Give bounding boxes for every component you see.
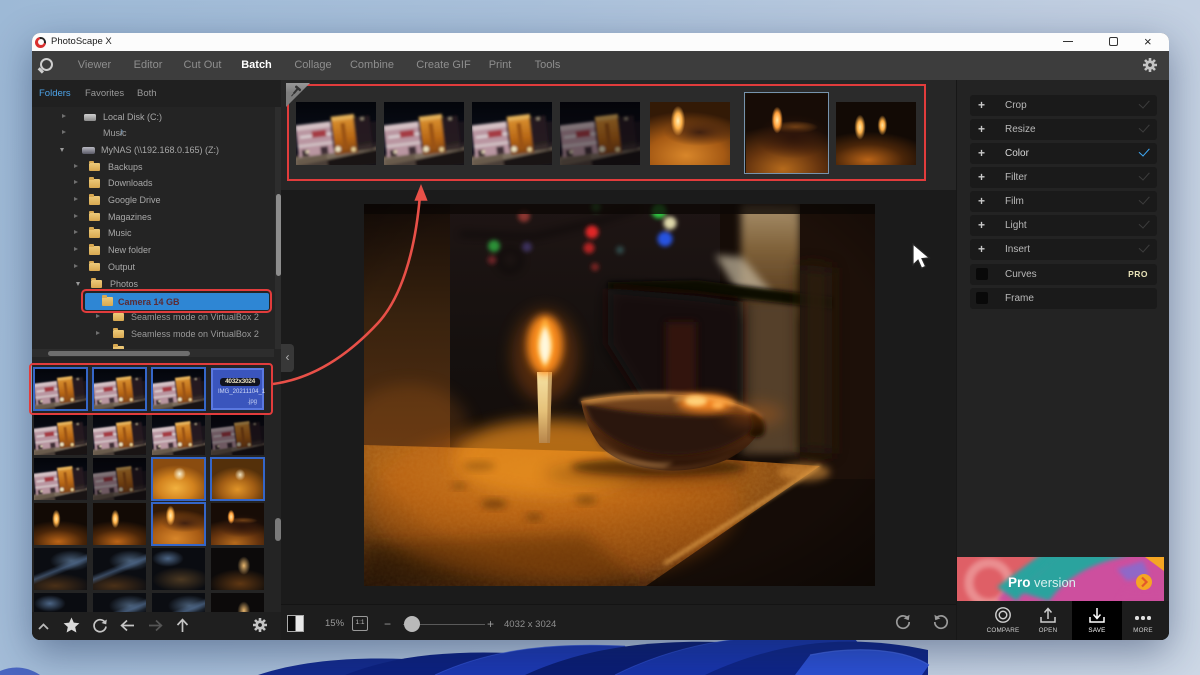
svg-text:Pro: Pro (1008, 575, 1031, 590)
svg-text:version: version (1034, 575, 1076, 590)
